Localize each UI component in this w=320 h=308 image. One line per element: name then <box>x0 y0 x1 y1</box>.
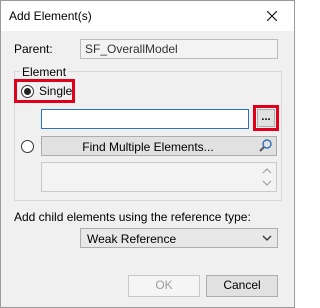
reference-type-label: Add child elements using the reference t… <box>14 210 251 224</box>
find-multiple-label: Find Multiple Elements... <box>82 140 214 154</box>
add-element-dialog: Add Element(s) Parent: SF_OverallModel E… <box>0 0 295 308</box>
parent-label: Parent: <box>14 42 53 56</box>
multiple-radio[interactable] <box>21 140 34 153</box>
find-multiple-button[interactable]: Find Multiple Elements... <box>41 136 277 156</box>
dialog-title: Add Element(s) <box>9 9 92 23</box>
single-radio[interactable] <box>21 85 34 98</box>
reference-type-select[interactable]: Weak Reference <box>80 228 278 248</box>
search-icon <box>259 139 272 152</box>
element-group-legend: Element <box>20 65 69 79</box>
scroll-down-icon <box>262 180 272 186</box>
title-bar: Add Element(s) <box>1 1 294 31</box>
multiple-elements-list <box>41 162 277 192</box>
reference-type-value: Weak Reference <box>87 232 177 246</box>
single-element-input[interactable] <box>41 109 249 129</box>
cancel-button[interactable]: Cancel <box>206 275 278 297</box>
ok-button[interactable]: OK <box>128 275 200 297</box>
single-radio-label[interactable]: Single <box>39 84 72 98</box>
chevron-down-icon <box>262 235 272 241</box>
browse-button[interactable]: ... <box>257 109 275 127</box>
parent-field: SF_OverallModel <box>80 39 278 59</box>
scroll-up-icon <box>262 168 272 174</box>
close-button[interactable] <box>250 1 294 31</box>
close-icon <box>267 11 277 21</box>
